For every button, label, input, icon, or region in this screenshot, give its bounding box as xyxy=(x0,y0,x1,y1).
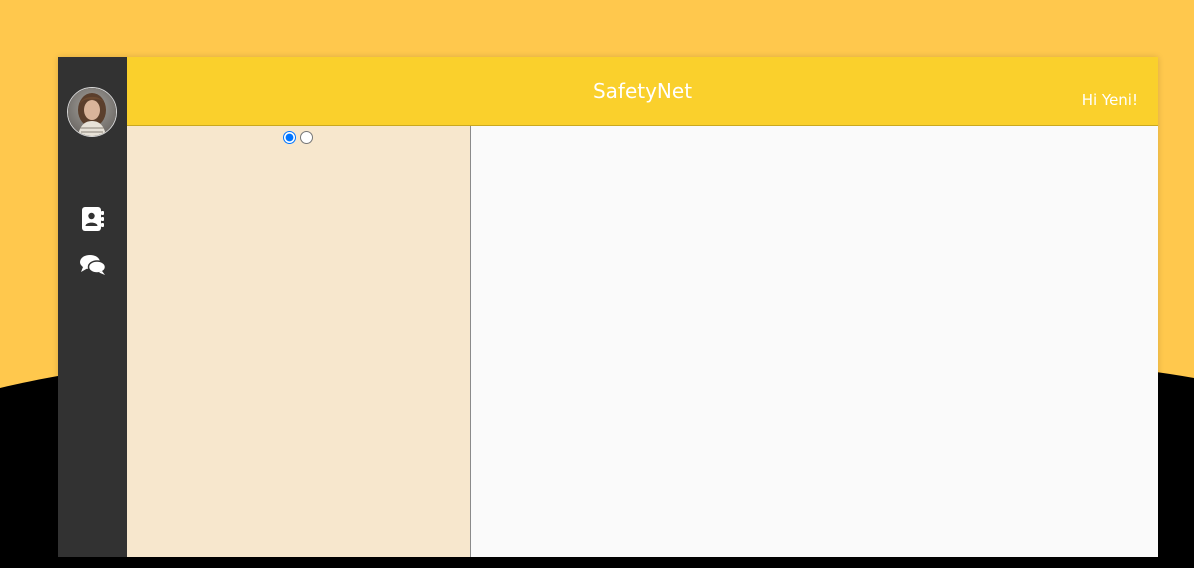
app-window: SafetyNet Hi Yeni! xyxy=(58,57,1158,557)
header-bar: SafetyNet Hi Yeni! xyxy=(127,57,1158,126)
user-greeting: Hi Yeni! xyxy=(1081,91,1138,109)
chat-bubbles-icon xyxy=(80,255,106,275)
avatar-image xyxy=(68,88,116,136)
main-area: SafetyNet Hi Yeni! xyxy=(127,57,1158,557)
messages-nav-button[interactable] xyxy=(79,251,107,279)
sidebar xyxy=(58,57,127,557)
radio-group xyxy=(283,131,313,144)
radio-option-1[interactable] xyxy=(283,131,296,144)
app-title: SafetyNet xyxy=(592,79,693,103)
address-book-icon xyxy=(82,207,104,231)
left-panel xyxy=(127,126,471,557)
avatar[interactable] xyxy=(67,87,117,137)
right-panel xyxy=(471,126,1158,557)
contacts-nav-button[interactable] xyxy=(79,205,107,233)
radio-option-2[interactable] xyxy=(300,131,313,144)
content-area xyxy=(127,126,1158,557)
